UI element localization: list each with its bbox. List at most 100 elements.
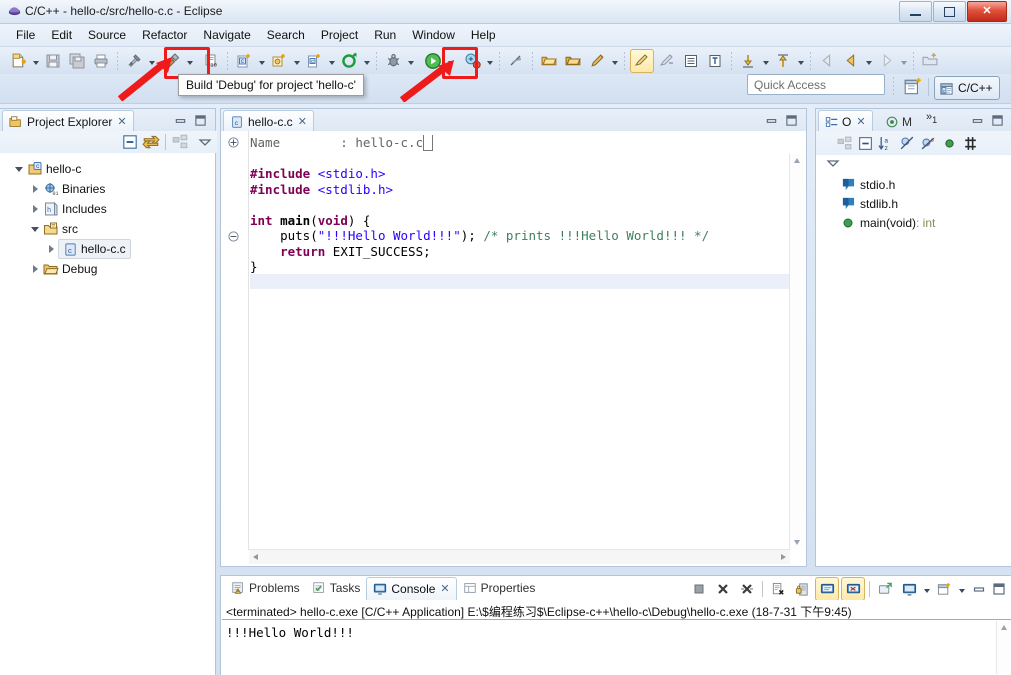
new-folder-icon[interactable] — [919, 50, 941, 72]
collapse-all-icon[interactable] — [857, 135, 874, 152]
back-arrow-icon[interactable] — [816, 50, 838, 72]
outline-item-main[interactable]: main(void) : int — [816, 213, 1011, 232]
binary-icon[interactable]: 010 — [200, 50, 222, 72]
editor-text-area[interactable]: Name : hello-c.c #include <stdio.h> #inc… — [222, 131, 805, 565]
external-tools-icon[interactable] — [461, 50, 483, 72]
menu-file[interactable]: File — [8, 26, 43, 44]
minimize-icon[interactable] — [971, 114, 984, 127]
pin-console-icon[interactable] — [815, 577, 839, 601]
editor-gutter[interactable] — [222, 131, 249, 550]
expand-arrow-icon[interactable] — [12, 166, 26, 172]
source-code[interactable]: Name : hello-c.c #include <stdio.h> #inc… — [250, 135, 789, 549]
open-type-icon[interactable] — [538, 50, 560, 72]
minimize-icon[interactable] — [972, 582, 986, 596]
new-console-dropdown-icon[interactable] — [956, 578, 967, 600]
tab-tasks[interactable]: Tasks — [306, 577, 367, 599]
maximize-button[interactable] — [933, 1, 966, 22]
show-console-dropdown-icon[interactable] — [921, 578, 932, 600]
hide-macros-icon[interactable] — [962, 135, 979, 152]
console-vertical-scrollbar[interactable] — [996, 621, 1011, 674]
prev-annotation-dropdown-icon[interactable] — [795, 50, 806, 72]
tab-overflow-indicator[interactable]: »1 — [926, 111, 937, 125]
new-c-project-icon[interactable]: c — [233, 50, 255, 72]
back-yellow-arrow-icon[interactable] — [840, 50, 862, 72]
tab-console[interactable]: Console ✕ — [366, 576, 457, 600]
focus-task-icon[interactable] — [171, 133, 189, 151]
save-icon[interactable] — [42, 50, 64, 72]
minimize-button[interactable] — [899, 1, 932, 22]
expand-arrow-icon[interactable] — [28, 185, 42, 193]
minimize-icon[interactable] — [174, 114, 187, 127]
build-config-dropdown-icon[interactable] — [361, 50, 372, 72]
tree-item-binaries[interactable]: 01 Binaries — [0, 179, 213, 199]
next-annotation-icon[interactable] — [737, 50, 759, 72]
menu-edit[interactable]: Edit — [43, 26, 80, 44]
new-c-project-dropdown-icon[interactable] — [256, 50, 267, 72]
menu-run[interactable]: Run — [366, 26, 404, 44]
clear-console-icon[interactable] — [767, 578, 789, 600]
prev-annotation-icon[interactable] — [772, 50, 794, 72]
scroll-down-icon[interactable] — [793, 538, 801, 546]
remove-all-icon[interactable] — [736, 578, 758, 600]
expand-arrow-icon[interactable] — [28, 226, 42, 232]
next-annotation-dropdown-icon[interactable] — [760, 50, 771, 72]
open-element-icon[interactable] — [562, 50, 584, 72]
expand-arrow-icon[interactable] — [44, 245, 58, 253]
forward-arrow-icon[interactable] — [875, 50, 897, 72]
quick-access-input[interactable]: Quick Access — [747, 74, 885, 95]
menu-search[interactable]: Search — [259, 26, 313, 44]
tab-properties[interactable]: Properties — [457, 577, 542, 599]
maximize-icon[interactable] — [991, 114, 1004, 127]
view-menu-icon[interactable] — [197, 134, 213, 150]
new-cpp-class-icon[interactable] — [268, 50, 290, 72]
display-console-icon[interactable] — [841, 577, 865, 601]
comment-icon[interactable] — [630, 48, 654, 73]
print-icon[interactable] — [90, 50, 112, 72]
minimize-icon[interactable] — [765, 114, 778, 127]
external-tools-dropdown-icon[interactable] — [484, 50, 495, 72]
tree-item-includes[interactable]: h Includes — [0, 199, 213, 219]
sort-az-icon[interactable]: a z — [878, 135, 895, 152]
tree-item-hello-c-c[interactable]: c hello-c.c — [0, 239, 213, 259]
search-pencil-icon[interactable] — [586, 50, 608, 72]
new-c-file-dropdown-icon[interactable] — [326, 50, 337, 72]
outline-item-stdlib[interactable]: stdlib.h — [816, 194, 1011, 213]
mark-icon[interactable] — [704, 50, 726, 72]
menu-refactor[interactable]: Refactor — [134, 26, 195, 44]
block-icon[interactable] — [656, 50, 678, 72]
maximize-icon[interactable] — [992, 582, 1006, 596]
remove-launch-icon[interactable] — [712, 578, 734, 600]
collapse-all-icon[interactable] — [121, 133, 139, 151]
close-icon[interactable]: ✕ — [856, 115, 865, 128]
close-icon[interactable]: ✕ — [440, 582, 449, 595]
back-dropdown-icon[interactable] — [863, 50, 874, 72]
forward-dropdown-icon[interactable] — [898, 50, 909, 72]
view-menu-icon[interactable] — [824, 155, 844, 171]
perspective-cpp-button[interactable]: c C/C++ — [934, 76, 1000, 100]
close-icon[interactable]: ✕ — [298, 115, 307, 128]
tab-make-target[interactable]: M — [878, 110, 919, 132]
expand-arrow-icon[interactable] — [28, 205, 42, 213]
menu-source[interactable]: Source — [80, 26, 134, 44]
scroll-lock-icon[interactable] — [791, 578, 813, 600]
new-cpp-class-dropdown-icon[interactable] — [291, 50, 302, 72]
menu-help[interactable]: Help — [463, 26, 504, 44]
outline-item-stdio[interactable]: stdio.h — [816, 175, 1011, 194]
new-file-icon[interactable] — [7, 50, 29, 72]
close-icon[interactable]: ✕ — [117, 115, 126, 128]
tree-item-hello-c[interactable]: c hello-c — [0, 159, 213, 179]
search-dropdown-icon[interactable] — [609, 50, 620, 72]
save-all-icon[interactable] — [66, 50, 88, 72]
hide-non-public-icon[interactable] — [941, 135, 958, 152]
show-console-icon[interactable] — [898, 578, 920, 600]
maximize-icon[interactable] — [785, 114, 798, 127]
open-perspective-icon[interactable] — [902, 77, 924, 97]
console-output[interactable]: !!!Hello World!!! — [222, 621, 1011, 674]
scroll-left-icon[interactable] — [252, 553, 260, 561]
hide-static-icon[interactable]: s — [920, 135, 937, 152]
editor-vertical-scrollbar[interactable] — [789, 154, 804, 549]
menu-navigate[interactable]: Navigate — [195, 26, 258, 44]
menu-window[interactable]: Window — [404, 26, 463, 44]
editor-horizontal-scrollbar[interactable] — [249, 549, 790, 564]
scroll-up-icon[interactable] — [1000, 624, 1008, 632]
